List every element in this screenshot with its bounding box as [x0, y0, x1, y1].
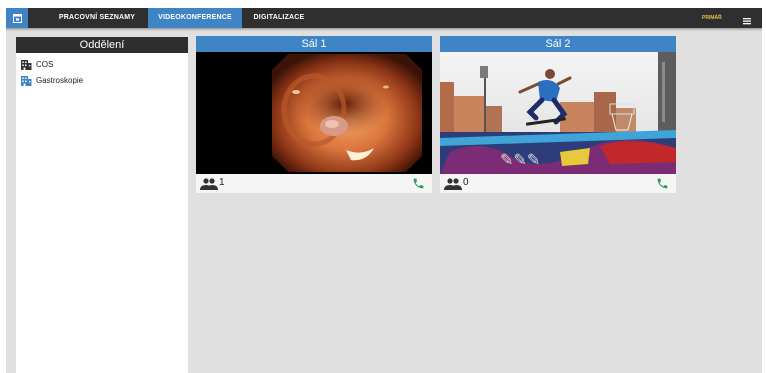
topbar-shadow	[6, 28, 762, 31]
people-icon	[444, 178, 462, 190]
department-sidebar: Oddělení COS Gastroskopie	[16, 37, 188, 373]
building-icon	[21, 76, 32, 86]
phone-icon[interactable]	[412, 177, 425, 190]
video-feed-endoscopy[interactable]	[196, 52, 432, 174]
tab-videokonference[interactable]: VIDEOKONFERENCE	[148, 8, 242, 28]
participant-count: 0	[463, 177, 469, 188]
sidebar-title: Oddělení	[16, 37, 188, 53]
department-item-cos[interactable]: COS	[20, 57, 53, 71]
room-footer: 1	[196, 174, 432, 193]
room-footer: 0	[440, 174, 676, 193]
room-card-sal-1[interactable]: Sál 1 1	[196, 36, 432, 193]
app-frame: PRACOVNÍ SEZNAMY VIDEOKONFERENCE DIGITAL…	[6, 8, 762, 373]
menu-button[interactable]	[742, 13, 752, 25]
tab-pracovni-seznamy[interactable]: PRACOVNÍ SEZNAMY	[46, 8, 148, 28]
endoscopy-image	[196, 52, 432, 174]
top-nav-bar: PRACOVNÍ SEZNAMY VIDEOKONFERENCE DIGITAL…	[6, 8, 762, 28]
app-menu-button[interactable]	[6, 8, 28, 28]
user-name-label[interactable]: PRIMÁŘ	[702, 8, 722, 28]
department-label: Gastroskopie	[36, 75, 84, 85]
room-title: Sál 1	[196, 36, 432, 52]
graffiti-art: ✎✎✎	[500, 150, 540, 169]
hamburger-icon	[743, 18, 751, 25]
video-feed-skateboard[interactable]: ✎✎✎	[440, 52, 676, 174]
building-icon	[21, 60, 32, 70]
room-title: Sál 2	[440, 36, 676, 52]
department-label: COS	[36, 59, 54, 69]
room-card-sal-2[interactable]: Sál 2 ✎✎✎ 0	[440, 36, 676, 193]
tab-digitalizace[interactable]: DIGITALIZACE	[246, 8, 312, 28]
department-item-gastroskopie[interactable]: Gastroskopie	[20, 73, 83, 87]
skateboard-image: ✎✎✎	[440, 52, 676, 174]
window-icon	[12, 13, 22, 23]
participant-count: 1	[219, 177, 225, 188]
phone-icon[interactable]	[656, 177, 669, 190]
people-icon	[200, 178, 218, 190]
